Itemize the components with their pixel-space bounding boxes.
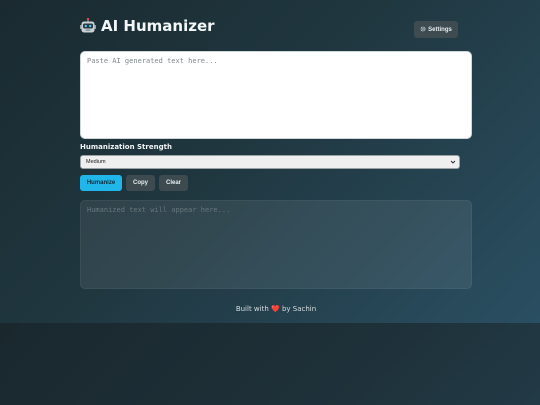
chevron-down-icon	[450, 159, 456, 165]
output-placeholder: Humanized text will appear here...	[87, 206, 231, 214]
header: AI Humanizer Settings	[80, 17, 472, 39]
input-textarea[interactable]: Paste AI generated text here...	[80, 51, 472, 139]
strength-select[interactable]: Medium	[80, 155, 460, 169]
clear-button[interactable]: Clear	[159, 175, 188, 191]
output-textarea[interactable]: Humanized text will appear here...	[80, 200, 472, 289]
page-background-lower	[0, 323, 540, 405]
footer: Built with ❤️ by Sachin	[80, 305, 472, 313]
footer-author: by Sachin	[281, 305, 317, 313]
app-title: AI Humanizer	[101, 17, 215, 35]
strength-label: Humanization Strength	[80, 143, 172, 151]
input-placeholder: Paste AI generated text here...	[87, 57, 218, 65]
footer-prefix: Built with	[235, 305, 269, 313]
heart-icon: ❤️	[271, 305, 280, 313]
strength-selected-value: Medium	[86, 159, 106, 165]
copy-button[interactable]: Copy	[126, 175, 155, 191]
settings-label: Settings	[428, 26, 452, 33]
robot-icon	[80, 17, 96, 35]
gear-icon	[420, 26, 426, 34]
settings-button[interactable]: Settings	[414, 21, 458, 38]
humanize-button[interactable]: Humanize	[80, 175, 122, 191]
